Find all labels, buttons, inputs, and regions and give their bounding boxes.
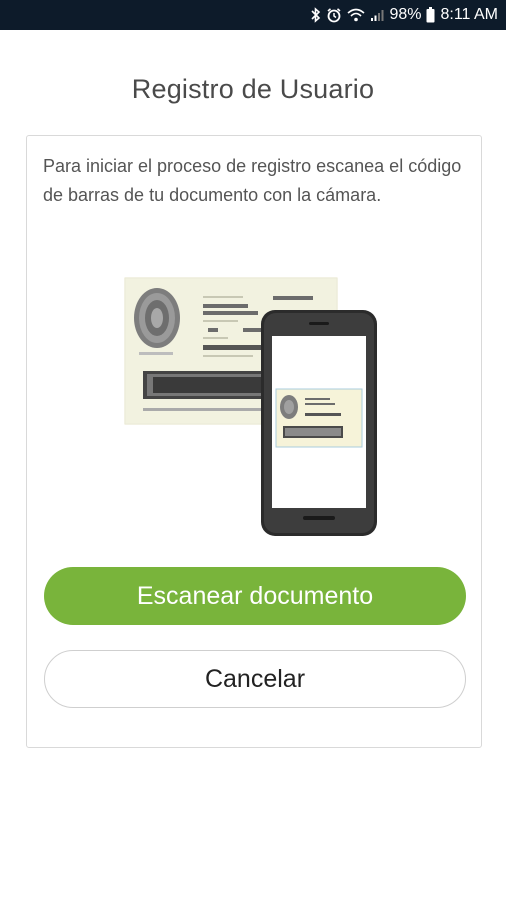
battery-percent: 98% <box>389 6 422 23</box>
clock: 8:11 AM <box>440 6 498 23</box>
alarm-icon <box>326 7 342 23</box>
intro-text: Para iniciar el proceso de registro esca… <box>43 156 462 205</box>
cancel-button[interactable]: Cancelar <box>44 650 466 708</box>
scan-illustration <box>123 276 379 538</box>
registration-card: Para iniciar el proceso de registro esca… <box>26 135 482 748</box>
signal-icon <box>370 8 384 22</box>
status-bar: 98% 8:11 AM <box>0 0 506 30</box>
scan-document-button[interactable]: Escanear documento <box>44 567 466 625</box>
battery-icon <box>426 7 435 23</box>
bluetooth-icon <box>311 7 321 23</box>
wifi-icon <box>347 8 365 22</box>
phone-graphic <box>261 310 377 536</box>
page-title: Registro de Usuario <box>131 74 375 104</box>
